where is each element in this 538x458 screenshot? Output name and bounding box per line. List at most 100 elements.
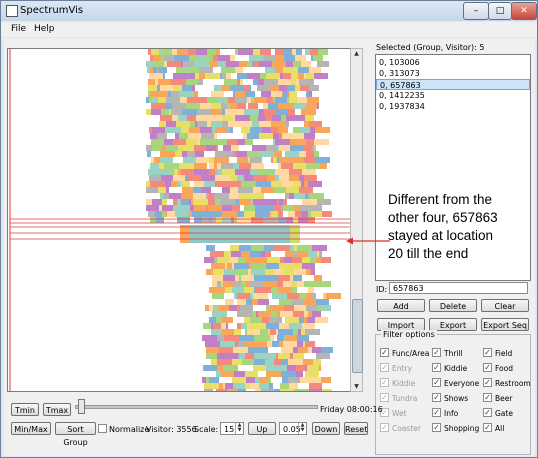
spectrum-block (268, 377, 271, 383)
spectrum-block (311, 293, 316, 299)
spectrum-block (202, 335, 205, 341)
filter-checkbox-info[interactable]: ✓ (432, 408, 441, 417)
spectrum-block (272, 115, 277, 121)
minimize-button[interactable]: – (463, 2, 489, 20)
normalize-checkbox[interactable] (98, 424, 107, 433)
down-button[interactable]: Down (312, 422, 340, 435)
spectrum-block (286, 187, 299, 193)
filter-checkbox-thrill[interactable]: ✓ (432, 348, 441, 357)
spectrum-block (214, 163, 217, 169)
filter-label: Field (495, 349, 513, 358)
spectrum-block (266, 145, 277, 151)
scale-spinbox[interactable]: 15 ▲ ▼ (220, 422, 244, 435)
spectrum-block (219, 377, 232, 383)
spectrum-block (261, 91, 271, 97)
spectrum-block (263, 217, 278, 223)
spectrum-block (224, 251, 231, 257)
tmin-button[interactable]: Tmin (11, 403, 39, 416)
spectrum-block (209, 305, 213, 311)
spectrum-block (265, 269, 274, 275)
spectrum-block (265, 67, 275, 73)
spectrum-block (245, 257, 252, 263)
delete-button[interactable]: Delete (429, 299, 477, 312)
spectrum-block (239, 145, 244, 151)
spectrum-block (182, 85, 192, 91)
filter-checkbox-restroom[interactable]: ✓ (483, 378, 492, 387)
list-item[interactable]: 0, 1412235 (376, 90, 530, 101)
filter-checkbox-field[interactable]: ✓ (483, 348, 492, 357)
spectrum-block (226, 127, 230, 133)
filter-label: Shows (444, 394, 469, 403)
spectrum-block (233, 347, 248, 353)
export-seq-button[interactable]: Export Seq (481, 318, 529, 331)
filter-checkbox-tundra[interactable]: ✓ (380, 393, 389, 402)
spectrum-block (261, 389, 274, 391)
step-spin-arrows-icon[interactable]: ▲ ▼ (298, 423, 306, 434)
minmax-button[interactable]: Min/Max (11, 422, 51, 435)
spectrum-block (209, 377, 219, 383)
spectrum-block (173, 199, 177, 205)
maximize-button[interactable]: □ (488, 2, 512, 20)
scroll-up-icon[interactable]: ▲ (351, 50, 362, 57)
spin-arrows-icon[interactable]: ▲ ▼ (235, 423, 243, 434)
spectrum-block (209, 115, 222, 121)
filter-checkbox-everyone[interactable]: ✓ (432, 378, 441, 387)
spectrum-plot[interactable] (7, 48, 351, 392)
filter-checkbox-entry[interactable]: ✓ (380, 363, 389, 372)
spectrum-block (211, 359, 217, 365)
spectrum-block (207, 97, 217, 103)
step-spinbox[interactable]: 0.05 ▲ ▼ (279, 422, 307, 435)
plot-scrollbar[interactable]: ▲ ▼ (350, 48, 363, 392)
clear-button[interactable]: Clear (481, 299, 529, 312)
up-button[interactable]: Up (248, 422, 276, 435)
list-item[interactable]: 0, 657863 (376, 79, 530, 90)
time-slider[interactable] (75, 405, 318, 409)
filter-label: Food (495, 364, 513, 373)
filter-checkbox-kiddie[interactable]: ✓ (432, 363, 441, 372)
filter-checkbox-func-area[interactable]: ✓ (380, 348, 389, 357)
spectrum-block (274, 151, 282, 157)
spectrum-block (172, 115, 178, 121)
scroll-thumb[interactable] (352, 299, 363, 373)
spectrum-block (212, 217, 216, 223)
list-item[interactable]: 0, 103006 (376, 57, 530, 68)
list-item[interactable]: 0, 1937834 (376, 101, 530, 112)
spectrum-block (234, 217, 237, 223)
tmax-button[interactable]: Tmax (43, 403, 71, 416)
close-button[interactable]: ✕ (511, 2, 537, 20)
spectrum-block (205, 335, 217, 341)
spectrum-block (246, 103, 248, 109)
filter-checkbox-shows[interactable]: ✓ (432, 393, 441, 402)
spectrum-block (223, 145, 231, 151)
time-slider-thumb[interactable] (78, 399, 86, 414)
spectrum-block (183, 61, 194, 67)
spectrum-block (213, 299, 225, 305)
spectrum-block (190, 225, 290, 243)
spectrum-block (215, 127, 226, 133)
spectrum-block (146, 121, 159, 127)
spectrum-block (283, 205, 294, 211)
filter-checkbox-gate[interactable]: ✓ (483, 408, 492, 417)
list-item[interactable]: 0, 313073 (376, 68, 530, 79)
filter-checkbox-food[interactable]: ✓ (483, 363, 492, 372)
filter-checkbox-kiddie[interactable]: ✓ (380, 378, 389, 387)
spectrum-block (302, 323, 315, 329)
filter-checkbox-coaster[interactable]: ✓ (380, 423, 389, 432)
spectrum-block (266, 97, 273, 103)
menu-file[interactable]: File (11, 24, 26, 34)
spectrum-block (316, 257, 321, 263)
filter-checkbox-all[interactable]: ✓ (483, 423, 492, 432)
sort-group-button[interactable]: Sort Group (55, 422, 96, 447)
add-button[interactable]: Add (377, 299, 425, 312)
scroll-down-icon[interactable]: ▼ (351, 383, 362, 390)
spectrum-block (195, 97, 207, 103)
filter-checkbox-shopping[interactable]: ✓ (432, 423, 441, 432)
id-input[interactable]: 657863 (389, 282, 528, 294)
filter-checkbox-beer[interactable]: ✓ (483, 393, 492, 402)
reset-button[interactable]: Reset (344, 422, 368, 435)
spectrum-block (255, 211, 269, 217)
spectrum-block (278, 163, 281, 169)
menu-help[interactable]: Help (34, 24, 55, 34)
spectrum-block (261, 187, 274, 193)
spectrum-block (176, 121, 190, 127)
